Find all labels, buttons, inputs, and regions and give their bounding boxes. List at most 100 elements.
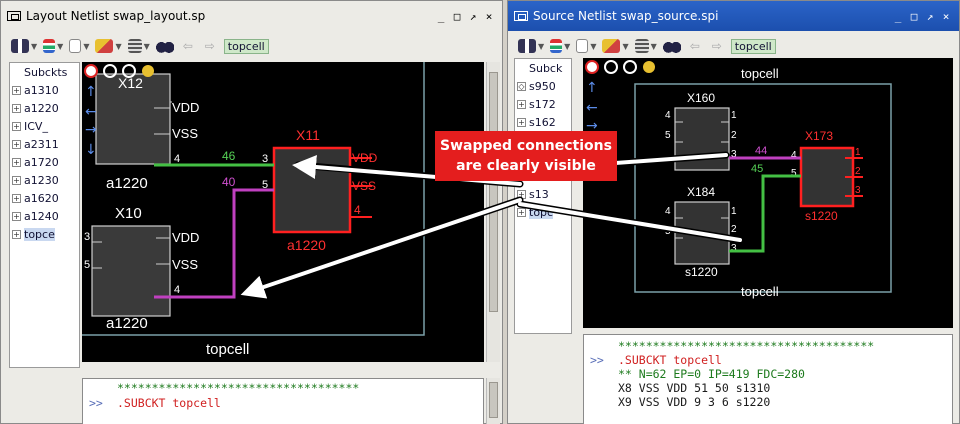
layers-tool-button[interactable]: ▼ <box>634 37 657 55</box>
x11-pin-4: 4 <box>354 203 361 217</box>
tree-item[interactable]: + a1620 <box>10 189 79 207</box>
expand-icon[interactable]: + <box>517 207 526 217</box>
net-46-label: 46 <box>222 149 236 163</box>
x173-type: s1220 <box>805 209 838 223</box>
instance-x184[interactable]: X184 s1220 4 5 1 2 3 <box>665 185 737 279</box>
tree-item[interactable]: + ICV_ <box>10 117 79 135</box>
console-text: *********************************** <box>117 381 360 395</box>
tree-item[interactable]: + topc <box>515 203 571 221</box>
expand-icon[interactable]: + <box>12 139 21 149</box>
zoom-fit-icon[interactable] <box>84 64 98 78</box>
tree-item[interactable]: Subckts <box>10 63 79 81</box>
x160-pin-4: 4 <box>665 110 671 121</box>
pan-down-icon[interactable]: ↓ <box>85 142 97 158</box>
color-icon[interactable] <box>142 65 154 77</box>
back-arrow-button[interactable]: ⇦ <box>180 39 196 53</box>
probe-tool-button[interactable]: ▼ <box>518 37 544 55</box>
back-arrow-button[interactable]: ⇦ <box>687 39 703 53</box>
highlight-tool-button[interactable]: ▼ <box>602 37 629 55</box>
instance-x10[interactable]: X10 a1220 3 5 VDD VSS 4 <box>84 205 199 332</box>
source-schematic: topcell topcell X160 4 5 1 2 3 X184 s122… <box>585 60 892 299</box>
x10-type: a1220 <box>106 315 148 332</box>
net-46[interactable]: 46 <box>154 149 274 167</box>
expand-icon[interactable]: + <box>12 193 21 203</box>
close-button[interactable]: × <box>482 10 496 23</box>
instance-x160[interactable]: X160 4 5 1 2 3 <box>665 91 737 171</box>
tree-item[interactable]: + a1720 <box>10 153 79 171</box>
tree-item[interactable]: + a2311 <box>10 135 79 153</box>
expand-icon[interactable]: + <box>12 211 21 221</box>
highlight-tool-button[interactable]: ▼ <box>95 37 122 55</box>
color-icon[interactable] <box>643 61 655 73</box>
layout-schematic-canvas[interactable]: topcell X12 a1220 VDD VSS 4 X10 a1220 3 … <box>82 62 484 362</box>
tree-item-label: a1620 <box>24 191 59 205</box>
console-line: ************************************* <box>590 339 874 353</box>
source-schematic-canvas[interactable]: topcell topcell X160 4 5 1 2 3 X184 s122… <box>583 58 953 328</box>
tree-item[interactable]: + a1220 <box>10 99 79 117</box>
instance-x11[interactable]: X11 a1220 3 5 VDD VSS 4 <box>262 127 378 253</box>
expand-icon[interactable]: + <box>12 121 21 131</box>
probe-tool-button[interactable]: ▼ <box>11 37 37 55</box>
float-button[interactable]: ↗ <box>466 10 480 23</box>
hierarchy-tool-button[interactable]: ▼ <box>550 37 570 55</box>
netlist-console[interactable]: *********************************** >> .SU… <box>82 378 484 424</box>
console-vertical-scrollbar[interactable] <box>486 378 500 424</box>
expand-icon[interactable]: + <box>517 189 526 199</box>
pan-left-icon[interactable]: ← <box>586 100 598 116</box>
expand-icon[interactable]: + <box>12 103 21 113</box>
highlighter-icon <box>602 39 621 53</box>
tree-item[interactable]: + topce <box>10 225 79 243</box>
instance-x173[interactable]: X173 s1220 4 5 1 2 3 <box>791 129 863 223</box>
tree-item[interactable]: Subck <box>515 59 571 77</box>
expand-icon[interactable]: + <box>12 85 21 95</box>
tree-item[interactable]: ◇ s950 <box>515 77 571 95</box>
expand-icon[interactable]: + <box>12 157 21 167</box>
tree-item[interactable]: + a1240 <box>10 207 79 225</box>
callout-line-2: are clearly visible <box>456 158 596 174</box>
tree-item-label: a1720 <box>24 155 59 169</box>
report-tool-button[interactable]: ▼ <box>576 37 596 55</box>
minimize-button[interactable]: _ <box>891 10 905 23</box>
expand-icon[interactable]: + <box>12 229 21 239</box>
net-45[interactable]: 45 <box>729 163 801 253</box>
pan-up-icon[interactable]: ↑ <box>586 80 598 96</box>
layout-titlebar: Layout Netlist swap_layout.sp _ □ ↗ × <box>1 1 502 31</box>
zoom-in-icon[interactable] <box>604 60 618 74</box>
pan-right-icon[interactable]: → <box>85 122 97 138</box>
zoom-out-icon[interactable] <box>623 60 637 74</box>
forward-arrow-button[interactable]: ⇨ <box>202 39 218 53</box>
highlighter-icon <box>95 39 114 53</box>
layers-tool-button[interactable]: ▼ <box>127 37 150 55</box>
expand-icon[interactable]: + <box>517 99 526 109</box>
find-button[interactable] <box>662 37 681 55</box>
node-icon[interactable]: ◇ <box>517 81 526 91</box>
pan-left-icon[interactable]: ← <box>85 104 97 120</box>
float-button[interactable]: ↗ <box>923 10 937 23</box>
expand-icon[interactable]: + <box>12 175 21 185</box>
console-text: .SUBCKT topcell <box>618 353 722 367</box>
tree-item[interactable]: + a1230 <box>10 171 79 189</box>
tree-item[interactable]: + a1310 <box>10 81 79 99</box>
maximize-button[interactable]: □ <box>907 10 921 23</box>
source-title: Source Netlist swap_source.spi <box>533 9 719 23</box>
close-button[interactable]: × <box>939 10 953 23</box>
tree-item[interactable]: + s162 <box>515 113 571 131</box>
breadcrumb[interactable]: topcell <box>223 38 269 54</box>
forward-arrow-button[interactable]: ⇨ <box>709 39 725 53</box>
tree-item[interactable]: + s13 <box>515 185 571 203</box>
maximize-button[interactable]: □ <box>450 10 464 23</box>
tree-item[interactable]: + s172 <box>515 95 571 113</box>
minimize-button[interactable]: _ <box>434 10 448 23</box>
find-button[interactable] <box>155 37 174 55</box>
report-tool-button[interactable]: ▼ <box>69 37 89 55</box>
hierarchy-tool-button[interactable]: ▼ <box>43 37 63 55</box>
pan-up-icon[interactable]: ↑ <box>85 84 97 100</box>
canvas-vertical-scrollbar[interactable] <box>486 62 500 362</box>
x12-pin-vss: VSS <box>172 126 198 141</box>
zoom-fit-icon[interactable] <box>585 60 599 74</box>
instance-x12[interactable]: X12 a1220 VDD VSS 4 <box>95 73 199 192</box>
expand-icon[interactable]: + <box>517 117 526 127</box>
breadcrumb[interactable]: topcell <box>730 38 776 54</box>
x10-pin-5: 5 <box>84 259 90 271</box>
netlist-console[interactable]: ************************************* >>.… <box>583 334 953 424</box>
